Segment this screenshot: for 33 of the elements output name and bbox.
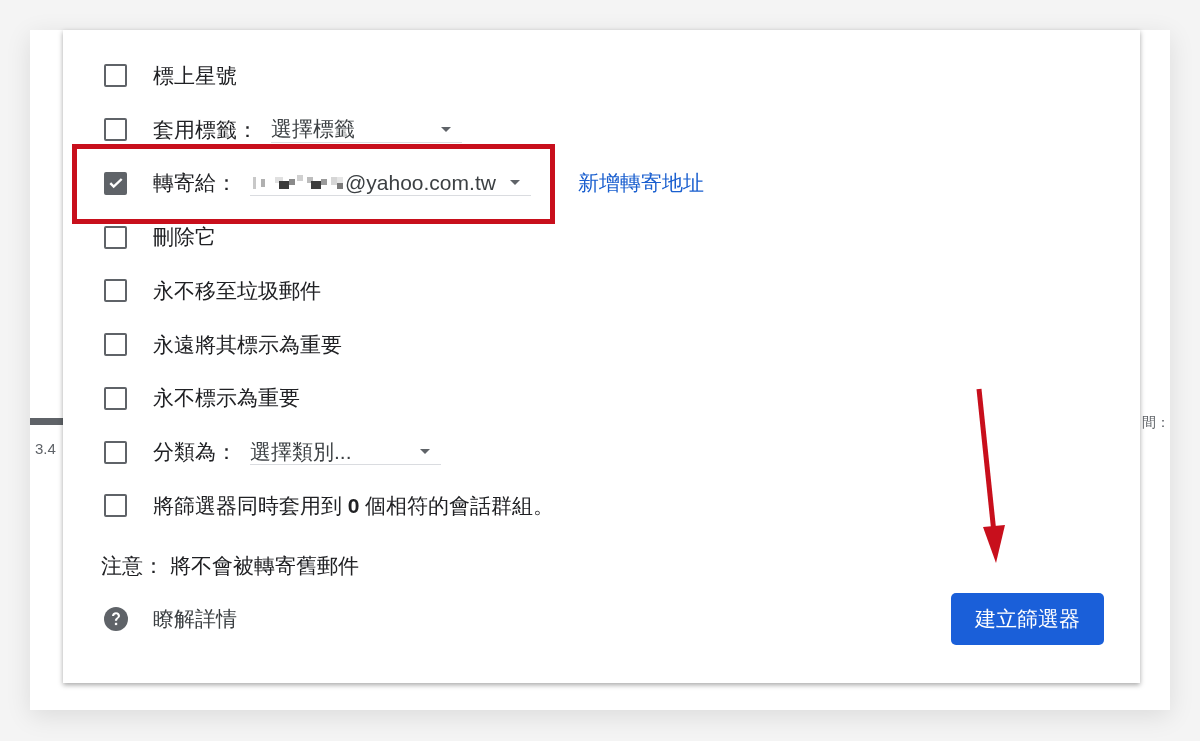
select-dropdown[interactable]: 選擇標籤 [271, 116, 462, 143]
caret-icon [420, 449, 430, 455]
checkbox[interactable] [104, 440, 127, 464]
learn-more-link[interactable]: 瞭解詳情 [153, 606, 237, 631]
action-label: 永不標示為重要 [153, 386, 300, 411]
action-label: 將篩選器同時套用到 0 個相符的會話群組。 [153, 493, 555, 518]
note-text: 注意： 將不會被轉寄舊郵件 [101, 552, 359, 579]
checkbox[interactable] [104, 279, 127, 303]
action-label: 標上星號 [153, 63, 237, 88]
checkbox[interactable] [104, 171, 127, 195]
fragment-text: 3.4 [35, 439, 56, 459]
checkbox[interactable] [104, 118, 127, 142]
checkbox[interactable] [104, 225, 127, 249]
bar-fragment [30, 418, 63, 425]
action-label: 轉寄給： [153, 171, 237, 196]
caret-icon [509, 180, 520, 186]
create-filter-button[interactable]: 建立篩選器 [951, 592, 1104, 645]
action-label: 套用標籤： [153, 117, 258, 142]
checkbox[interactable] [104, 494, 127, 518]
checkmark-icon [108, 178, 123, 189]
select-dropdown[interactable]: 選擇類別... [250, 439, 441, 466]
action-label: 分類為： [153, 440, 237, 465]
fragment-text: 間： [1142, 414, 1170, 430]
action-label: 永遠將其標示為重要 [153, 332, 342, 357]
action-label: 刪除它 [153, 225, 216, 250]
select-dropdown[interactable]: @yahoo.com.tw [250, 170, 531, 197]
checkbox[interactable] [104, 64, 127, 88]
help-icon [104, 606, 128, 631]
add-forwarding-address-link[interactable]: 新增轉寄地址 [577, 171, 704, 196]
checkbox[interactable] [104, 386, 127, 410]
action-label: 永不移至垃圾郵件 [153, 278, 321, 303]
caret-icon [441, 126, 451, 132]
checkbox[interactable] [104, 333, 127, 357]
